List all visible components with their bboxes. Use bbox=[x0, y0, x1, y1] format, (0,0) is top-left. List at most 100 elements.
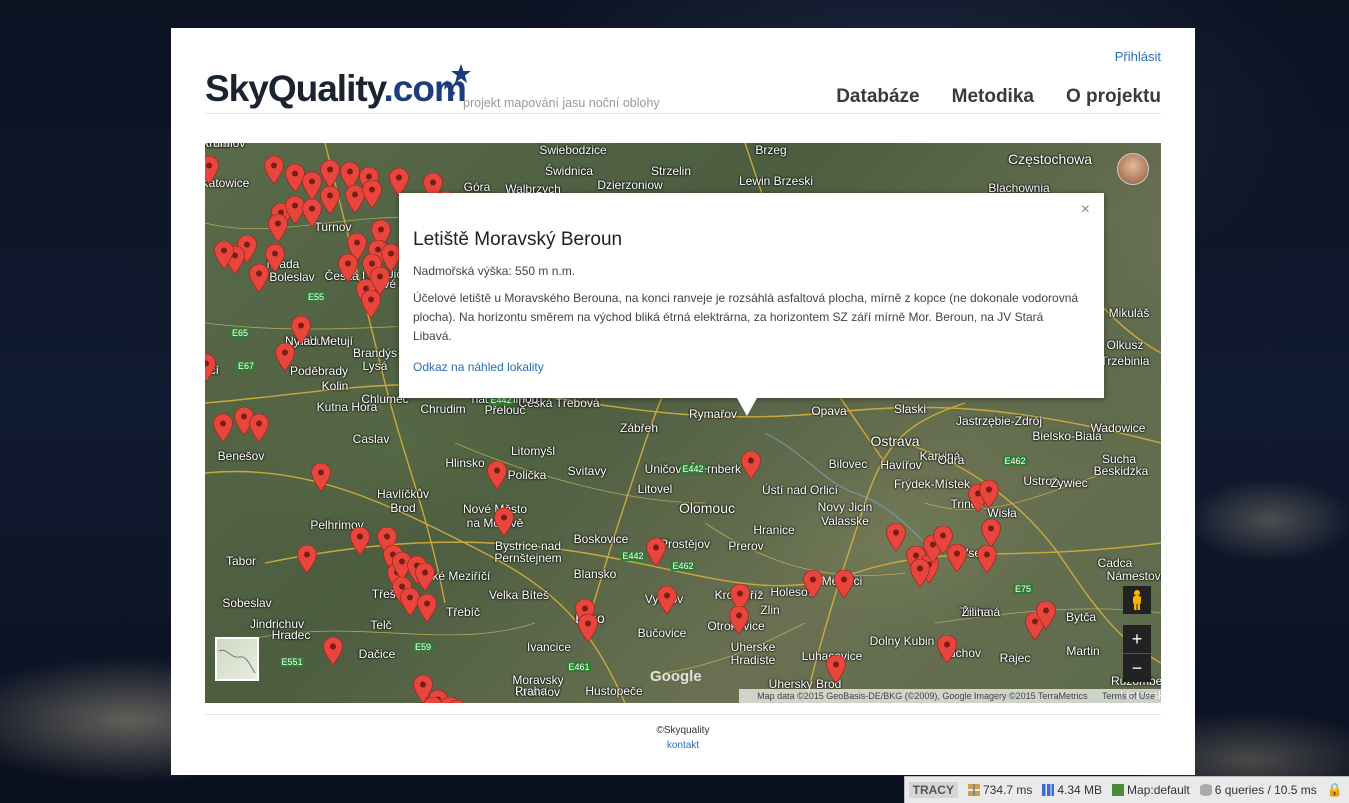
map-pin-icon[interactable] bbox=[311, 463, 331, 491]
popup-link[interactable]: Odkaz na náhled lokality bbox=[413, 360, 544, 374]
map-place-label: Hradiste bbox=[730, 653, 776, 667]
zoom-in-button[interactable]: + bbox=[1123, 625, 1151, 653]
map-place-label: Praha bbox=[514, 684, 548, 698]
map-pin-icon[interactable] bbox=[389, 168, 409, 196]
map-place-label: Dolny Kubin bbox=[869, 634, 935, 648]
map-place-label: Mikuláš bbox=[1108, 306, 1150, 320]
map-pin-icon[interactable] bbox=[291, 316, 311, 344]
map-place-label: Boleslav bbox=[269, 270, 315, 284]
map-pin-icon[interactable] bbox=[249, 414, 269, 442]
map-pin-icon[interactable] bbox=[447, 700, 467, 703]
map-place-label: Benešov bbox=[217, 449, 265, 463]
map-pin-icon[interactable] bbox=[205, 156, 219, 184]
map-pin-icon[interactable] bbox=[415, 563, 435, 591]
map-pin-icon[interactable] bbox=[834, 570, 854, 598]
map-place-label: Prerov bbox=[728, 539, 764, 553]
map-pin-icon[interactable] bbox=[937, 635, 957, 663]
map-pin-icon[interactable] bbox=[323, 637, 343, 665]
map-type-thumbnail[interactable] bbox=[215, 637, 259, 681]
map-pin-icon[interactable] bbox=[302, 172, 322, 200]
map-pin-icon[interactable] bbox=[297, 545, 317, 573]
map-place-label: Pernštejnem bbox=[494, 551, 562, 565]
nav-methodology[interactable]: Metodika bbox=[952, 86, 1034, 108]
map-place-label: Třebíč bbox=[445, 605, 481, 619]
map-pin-icon[interactable] bbox=[646, 538, 666, 566]
map-pin-icon[interactable] bbox=[320, 160, 340, 188]
map-place-label: Litomyšl bbox=[510, 444, 556, 458]
map-pin-icon[interactable] bbox=[729, 606, 749, 634]
map-place-label: Havířov bbox=[880, 458, 922, 472]
map-pin-icon[interactable] bbox=[977, 545, 997, 573]
login-link[interactable]: Přihlásit bbox=[1115, 49, 1161, 64]
map-pin-icon[interactable] bbox=[494, 508, 514, 536]
tracy-route-value: Map:default bbox=[1127, 783, 1190, 797]
nav-database[interactable]: Databáze bbox=[836, 86, 919, 108]
map-place-label: Góra bbox=[463, 180, 491, 194]
map-pin-icon[interactable] bbox=[947, 544, 967, 572]
tracy-route[interactable]: Map:default bbox=[1112, 783, 1190, 797]
map-pin-icon[interactable] bbox=[205, 354, 216, 382]
map-pin-icon[interactable] bbox=[803, 570, 823, 598]
map-pin-icon[interactable] bbox=[1036, 601, 1056, 629]
map-place-label: Boskovice bbox=[573, 532, 629, 546]
lock-icon[interactable]: 🔒 bbox=[1327, 782, 1343, 798]
site-logo[interactable]: SkyQuality.com bbox=[205, 68, 467, 110]
tracy-time[interactable]: 734.7 ms bbox=[967, 783, 1032, 797]
map-place-label: Uničov bbox=[644, 462, 682, 476]
footer-copyright: ©Skyquality bbox=[656, 725, 710, 736]
map-pin-icon[interactable] bbox=[268, 214, 288, 242]
terms-link[interactable]: Terms of Use bbox=[1102, 691, 1155, 701]
map-pin-icon[interactable] bbox=[320, 186, 340, 214]
map-pin-icon[interactable] bbox=[302, 199, 322, 227]
road-shield-label: E462 bbox=[670, 561, 696, 571]
database-icon bbox=[1199, 784, 1212, 796]
road-shield-label: E462 bbox=[1002, 456, 1028, 466]
map-place-label: Hranice bbox=[753, 523, 795, 537]
footer-contact-link[interactable]: kontakt bbox=[171, 740, 1195, 751]
pegman-icon[interactable] bbox=[1123, 586, 1151, 614]
map-pin-icon[interactable] bbox=[361, 290, 381, 318]
map-pin-icon[interactable] bbox=[350, 527, 370, 555]
tracy-memory[interactable]: 4.34 MB bbox=[1042, 783, 1102, 797]
map-place-label: Ústí nad Orlicí bbox=[761, 483, 839, 497]
tracy-logo[interactable]: TRACY bbox=[908, 782, 958, 798]
footer-divider bbox=[205, 714, 1161, 715]
map-pin-icon[interactable] bbox=[249, 264, 269, 292]
road-shield-label: E442 bbox=[620, 551, 646, 561]
map-place-label: Rajec bbox=[999, 651, 1031, 665]
map-pin-icon[interactable] bbox=[338, 254, 358, 282]
map-place-label: Hradec bbox=[271, 628, 311, 642]
map-pin-icon[interactable] bbox=[417, 594, 437, 622]
map-pin-icon[interactable] bbox=[487, 461, 507, 489]
map-pin-icon[interactable] bbox=[578, 614, 598, 642]
close-icon[interactable]: × bbox=[1081, 201, 1090, 219]
map-place-label: Blansko bbox=[573, 567, 617, 581]
map-pin-icon[interactable] bbox=[214, 241, 234, 269]
map-pin-icon[interactable] bbox=[741, 451, 761, 479]
map-pin-icon[interactable] bbox=[657, 586, 677, 614]
map-place-label: Poděbrady bbox=[289, 364, 349, 378]
map-pin-icon[interactable] bbox=[910, 559, 930, 587]
popup-description: Účelové letiště u Moravského Berouna, na… bbox=[413, 291, 1079, 343]
map-pin-icon[interactable] bbox=[981, 519, 1001, 547]
attribution-text: Map data ©2015 GeoBasis-DE/BKG (©2009), … bbox=[757, 691, 1088, 701]
map-pin-icon[interactable] bbox=[264, 156, 284, 184]
tracy-queries[interactable]: 6 queries / 10.5 ms bbox=[1199, 783, 1317, 797]
road-shield-label: E461 bbox=[566, 662, 592, 672]
map-pin-icon[interactable] bbox=[886, 523, 906, 551]
zoom-control: + − bbox=[1123, 625, 1151, 682]
nav-about[interactable]: O projektu bbox=[1066, 86, 1161, 108]
map-pin-icon[interactable] bbox=[826, 655, 846, 683]
map-place-label: Zábřeh bbox=[619, 421, 659, 435]
map-place-label: Prostějov bbox=[659, 537, 711, 551]
popup-title: Letiště Moravský Beroun bbox=[413, 229, 623, 250]
map-pin-icon[interactable] bbox=[275, 343, 295, 371]
map-view[interactable]: Swiebodzice Świdnica Strzelin Brzeg Częstoch… bbox=[205, 143, 1161, 703]
map-place-label: Rymařov bbox=[688, 407, 738, 421]
zoom-out-button[interactable]: − bbox=[1123, 654, 1151, 682]
map-pin-icon[interactable] bbox=[979, 480, 999, 508]
map-pin-icon[interactable] bbox=[213, 414, 233, 442]
google-logo: Google bbox=[650, 668, 702, 685]
map-pin-icon[interactable] bbox=[362, 180, 382, 208]
avatar[interactable] bbox=[1117, 153, 1149, 185]
